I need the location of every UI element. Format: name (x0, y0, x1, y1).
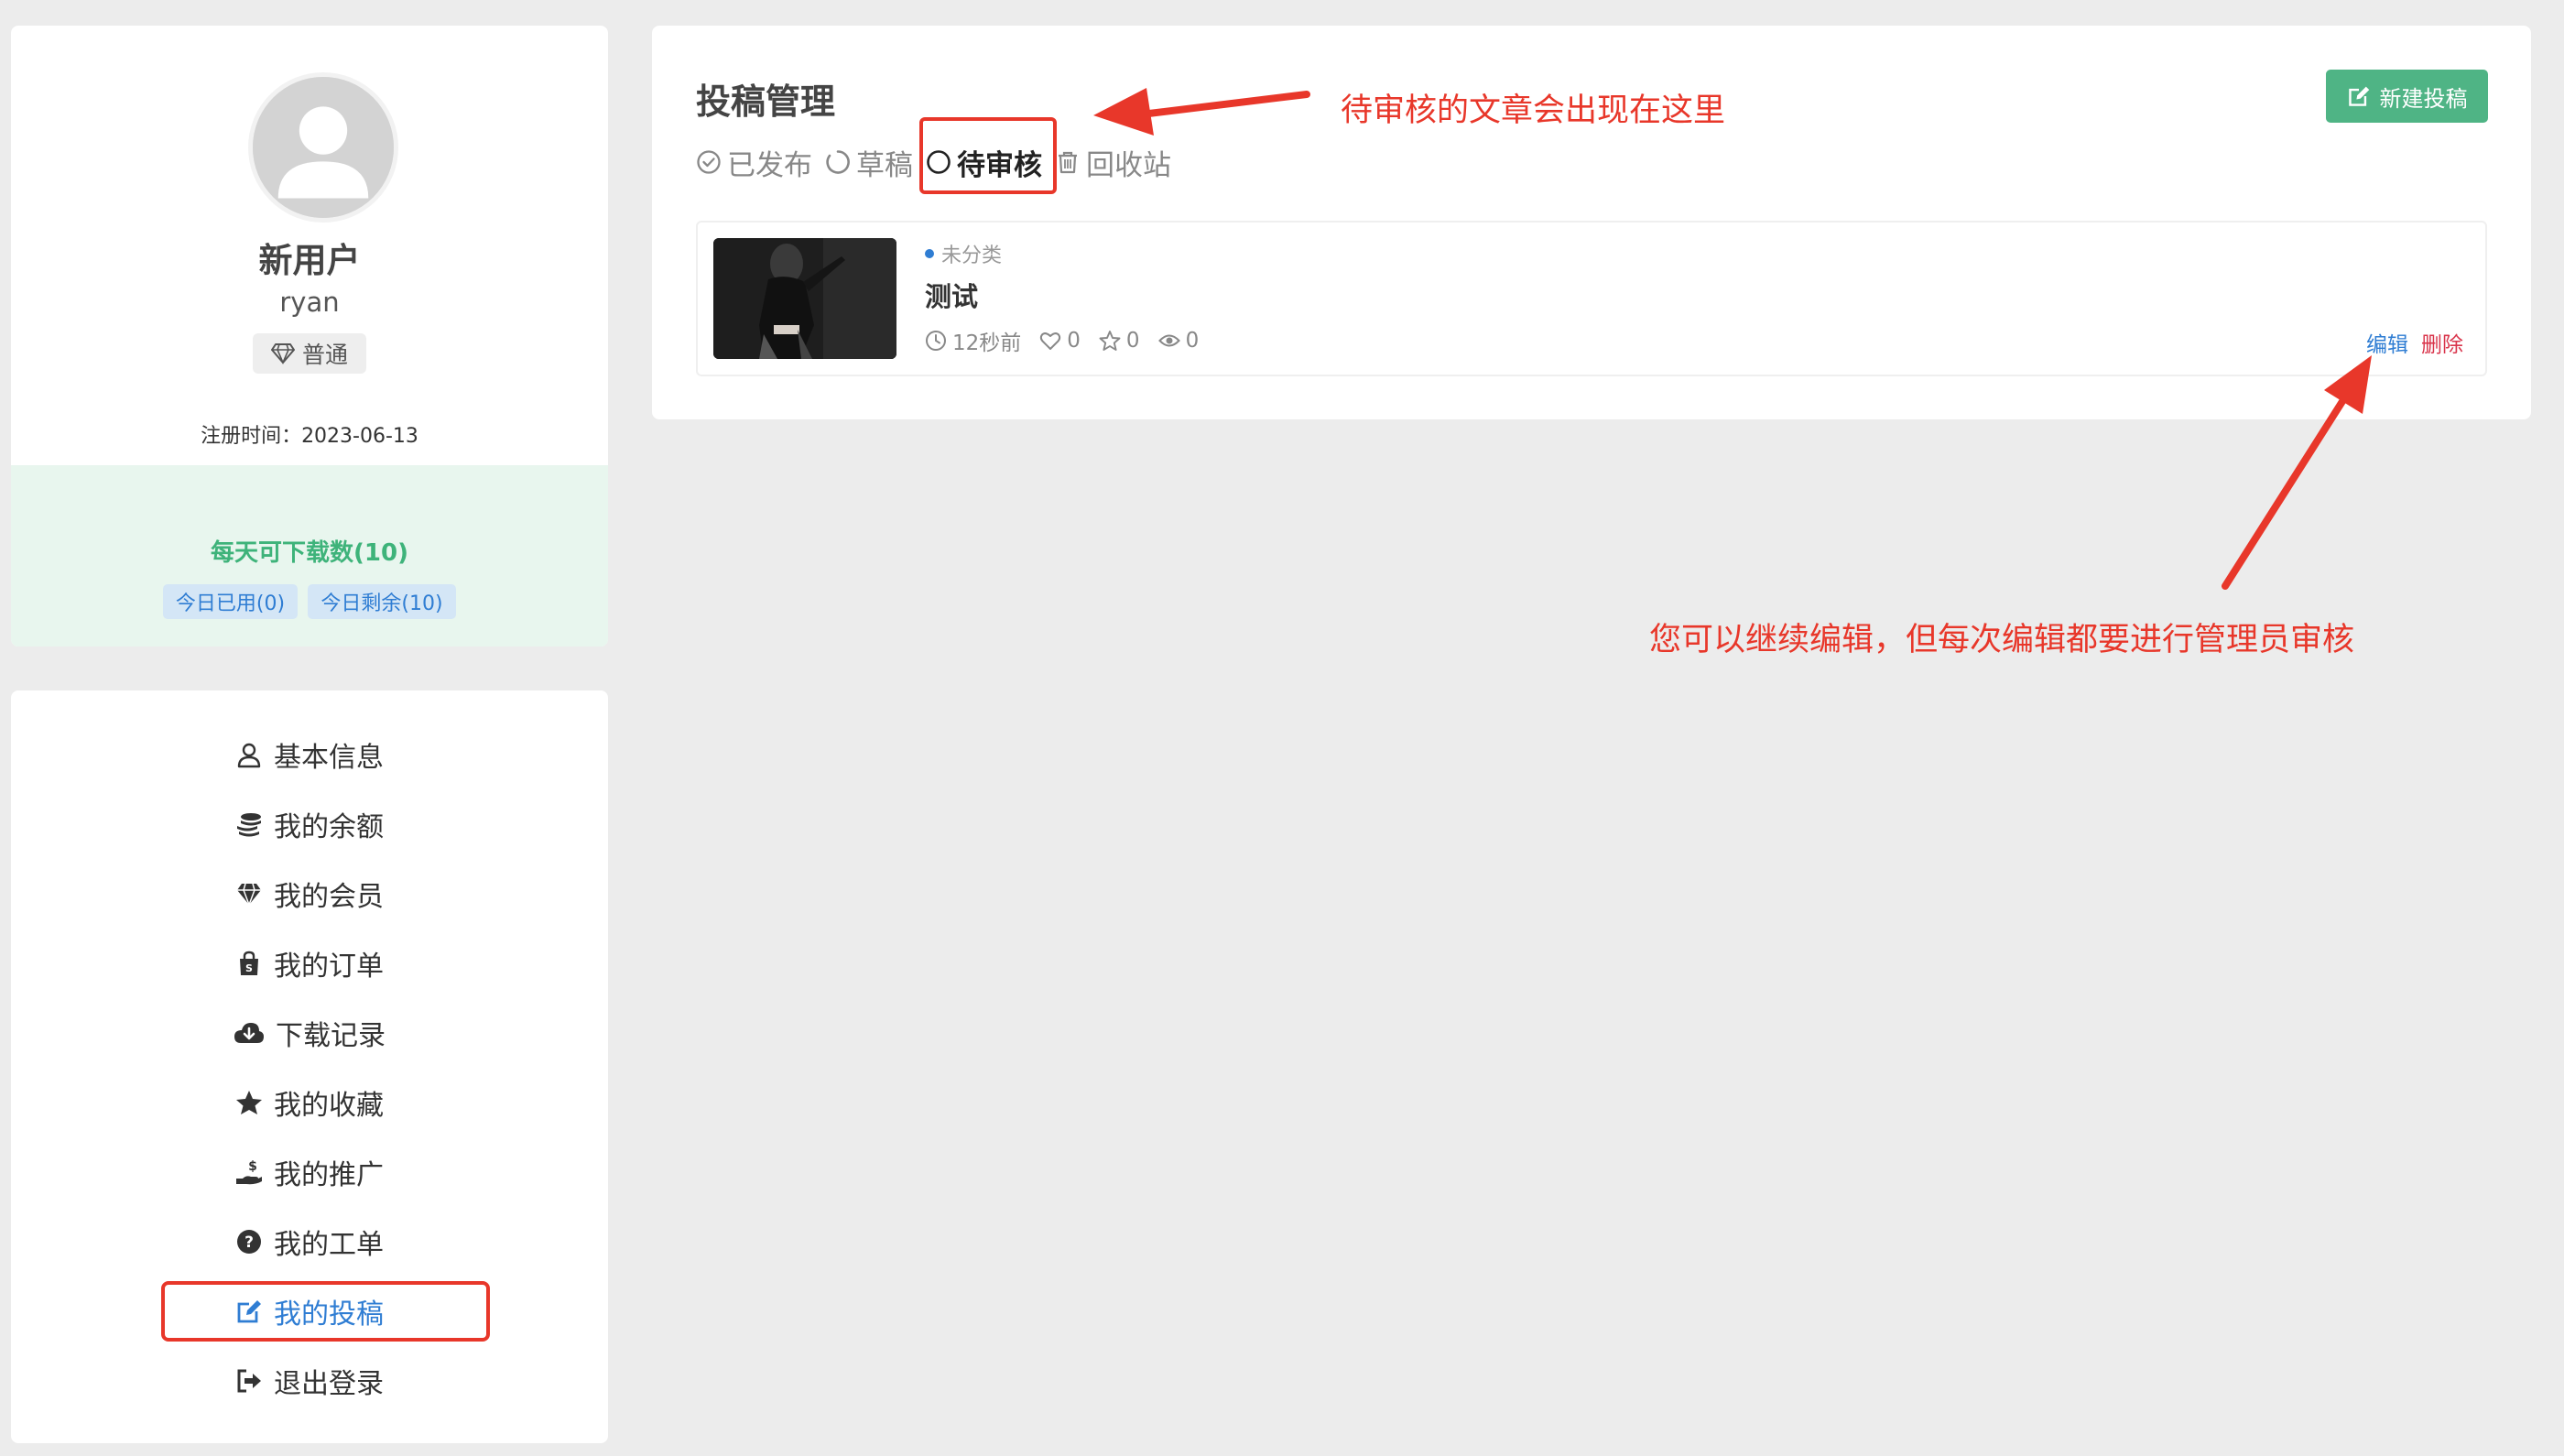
menu-item-profile-info[interactable]: 基本信息 (11, 732, 608, 777)
edit-post-link[interactable]: 编辑 (2366, 327, 2408, 358)
menu-item-promotion[interactable]: $ 我的推广 (11, 1149, 608, 1195)
question-circle-icon: ? (237, 1230, 261, 1254)
sign-out-icon (237, 1369, 261, 1393)
menu-item-membership[interactable]: 我的会员 (11, 871, 608, 917)
menu-item-favorites[interactable]: 我的收藏 (11, 1080, 608, 1125)
post-views: 0 (1157, 329, 1200, 353)
tab-label: 草稿 (856, 148, 913, 182)
avatar[interactable] (248, 72, 398, 223)
post-category[interactable]: 未分类 (925, 239, 1002, 268)
menu-item-label: 我的推广 (274, 1159, 384, 1191)
new-post-label: 新建投稿 (2379, 85, 2468, 112)
quota-remaining-tag: 今日剩余(10) (308, 584, 456, 619)
post-time-value: 12秒前 (952, 331, 1022, 355)
tab-published[interactable]: 已发布 (696, 142, 812, 183)
gem-icon (270, 343, 295, 364)
shopping-bag-icon: S (240, 951, 258, 975)
download-quota-panel: 每天可下载数(10) 今日已用(0) 今日剩余(10) (11, 465, 608, 647)
menu-item-label: 下载记录 (276, 1020, 386, 1052)
tab-label: 已发布 (727, 148, 812, 182)
post-favorites-value: 0 (1125, 329, 1140, 353)
heart-icon (1040, 332, 1061, 350)
post-thumbnail[interactable] (713, 238, 896, 359)
highlight-box (919, 117, 1057, 194)
svg-text:$: $ (248, 1159, 257, 1174)
menu-item-label: 我的工单 (274, 1229, 384, 1261)
menu-item-logout[interactable]: 退出登录 (11, 1358, 608, 1404)
post-meta: 12秒前 0 0 0 (925, 325, 1199, 356)
star-icon (236, 1091, 262, 1114)
menu-item-tickets[interactable]: ? 我的工单 (11, 1219, 608, 1265)
post-list-item[interactable]: 未分类 测试 12秒前 0 0 0 编辑 删除 (696, 221, 2487, 376)
svg-text:S: S (245, 962, 253, 974)
page-title: 投稿管理 (696, 81, 836, 122)
menu-item-orders[interactable]: S 我的订单 (11, 940, 608, 986)
highlight-box (161, 1281, 490, 1342)
quota-used-tag: 今日已用(0) (163, 584, 298, 619)
post-time: 12秒前 (925, 325, 1021, 356)
post-views-value: 0 (1185, 329, 1200, 353)
hand-dollar-icon: $ (236, 1159, 262, 1185)
coins-icon (237, 813, 261, 837)
vip-level-label: 普通 (301, 342, 348, 368)
register-date: 注册时间：2023-06-13 (201, 425, 418, 448)
spinner-icon (826, 150, 850, 174)
menu-item-label: 退出登录 (274, 1368, 384, 1400)
annotation-edit-note: 您可以继续编辑，但每次编辑都要进行管理员审核 (1649, 622, 2355, 658)
trash-icon (1059, 151, 1077, 174)
menu-item-label: 基本信息 (274, 742, 384, 774)
display-name: 新用户 (258, 241, 361, 280)
delete-post-link[interactable]: 删除 (2421, 327, 2463, 358)
menu-item-label: 我的会员 (274, 881, 384, 913)
post-category-label: 未分类 (941, 244, 1003, 267)
vip-level-badge[interactable]: 普通 (253, 333, 366, 374)
eye-icon (1157, 334, 1180, 347)
post-likes: 0 (1039, 329, 1081, 353)
menu-item-balance[interactable]: 我的余额 (11, 801, 608, 847)
check-circle-icon (697, 150, 721, 174)
default-avatar-icon (253, 77, 394, 218)
username-handle: ryan (279, 287, 340, 318)
post-likes-value: 0 (1067, 329, 1081, 353)
clock-icon (926, 331, 946, 351)
menu-item-label: 我的订单 (274, 951, 384, 983)
tab-drafts[interactable]: 草稿 (825, 142, 913, 183)
new-post-button[interactable]: 新建投稿 (2326, 70, 2488, 123)
download-quota-title: 每天可下载数(10) (211, 539, 408, 567)
annotation-pending-note: 待审核的文章会出现在这里 (1341, 92, 1726, 129)
menu-item-label: 我的余额 (274, 811, 384, 843)
user-menu: 基本信息 我的余额 我的会员 S 我的订单 下载记录 我的收藏 $ 我的推广 ?… (11, 690, 608, 1443)
tab-label: 回收站 (1086, 148, 1171, 182)
user-icon (237, 743, 261, 768)
post-favorites: 0 (1099, 329, 1140, 353)
cloud-download-icon (234, 1023, 264, 1043)
post-thumbnail-image (713, 238, 896, 359)
svg-text:?: ? (244, 1233, 254, 1252)
edit-icon (2348, 86, 2369, 106)
star-outline-icon (1099, 331, 1121, 351)
menu-item-label: 我的收藏 (274, 1090, 384, 1122)
post-title[interactable]: 测试 (925, 276, 978, 314)
profile-card: 新用户 ryan 普通 注册时间：2023-06-13 每天可下载数(10) 今… (11, 26, 608, 647)
gem-icon (237, 883, 261, 907)
tab-recycle-bin[interactable]: 回收站 (1055, 142, 1171, 183)
category-dot-icon (925, 249, 934, 258)
menu-item-downloads[interactable]: 下载记录 (11, 1010, 608, 1056)
